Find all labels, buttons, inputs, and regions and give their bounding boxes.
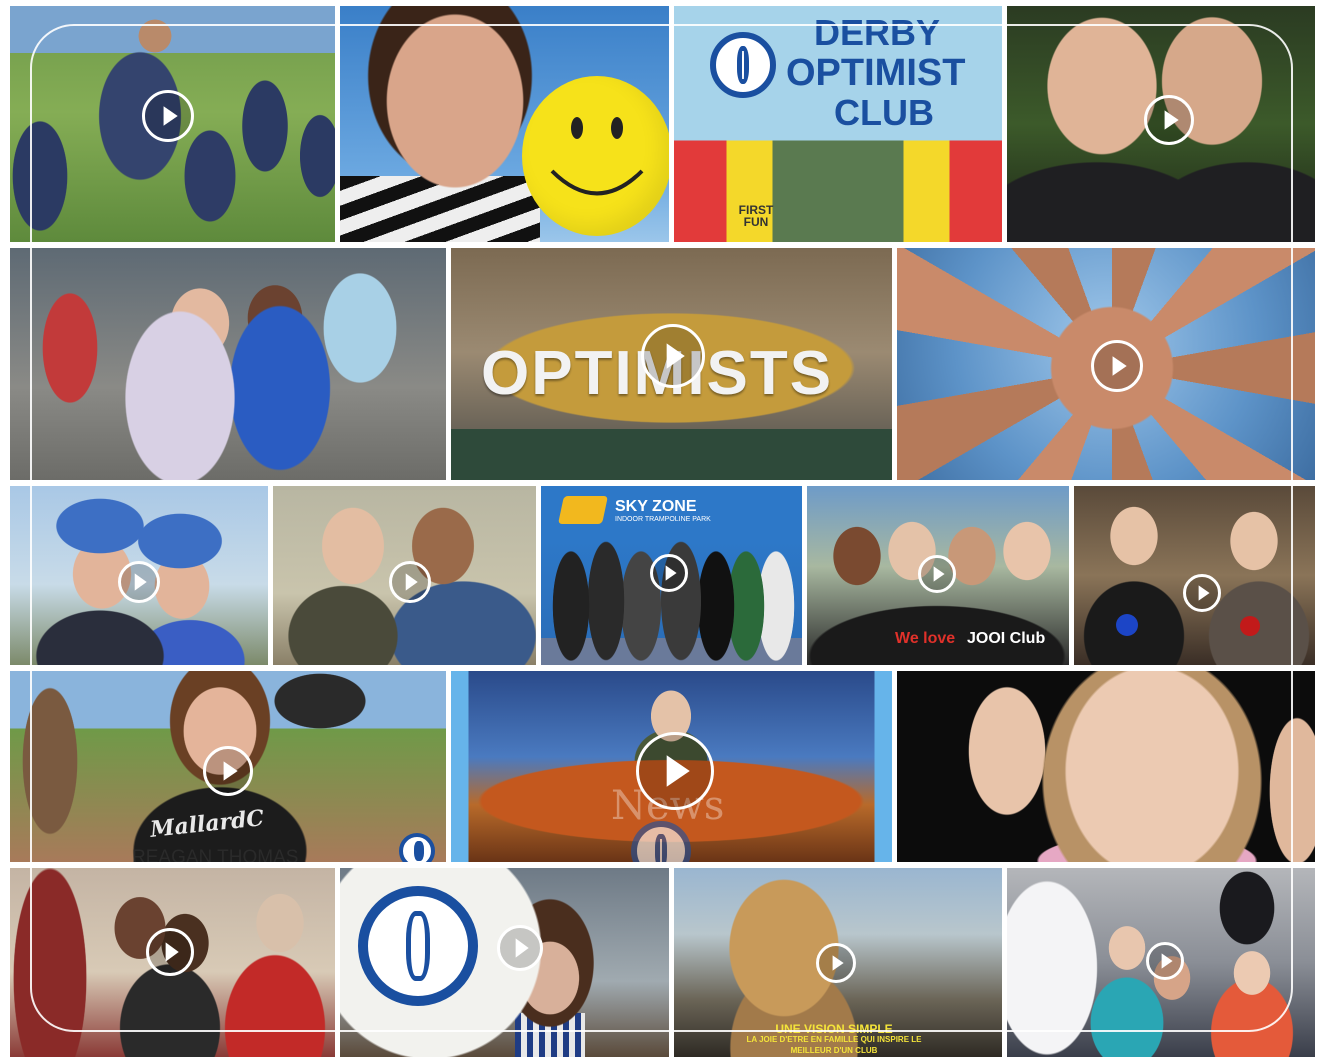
photo-tile-easter-girls[interactable] <box>10 248 446 480</box>
jooi-club-text: JOOI Club <box>967 630 1046 647</box>
optimist-logo <box>358 886 478 1006</box>
play-button[interactable] <box>203 746 253 796</box>
play-icon <box>1112 356 1127 376</box>
photo-tile-hands-together[interactable] <box>897 248 1315 480</box>
play-icon <box>933 566 945 582</box>
smiley-face-balloon <box>522 76 669 236</box>
play-icon <box>405 573 418 591</box>
photo-tile-reagan-thomas[interactable]: MallardC REAGAN THOMAS <box>10 671 446 862</box>
sky-zone-subtitle: INDOOR TRAMPOLINE PARK <box>615 516 711 523</box>
optimist-logo <box>399 833 435 862</box>
photo-tile-waving-girl[interactable] <box>897 671 1315 862</box>
play-icon <box>1198 585 1210 601</box>
photo-tile-sky-zone-group[interactable]: SKY ZONE INDOOR TRAMPOLINE PARK <box>541 486 802 665</box>
play-button[interactable] <box>1183 574 1221 612</box>
play-icon <box>515 938 529 958</box>
french-caption-line3: MEILLEUR D'UN CLUB <box>790 1046 878 1055</box>
french-caption-title: UNE VISION SIMPLE <box>775 1022 893 1036</box>
play-button[interactable] <box>1091 340 1143 392</box>
play-button[interactable] <box>1146 942 1184 980</box>
play-icon <box>1161 953 1173 969</box>
photo-tile-news-studio[interactable]: News <box>451 671 892 862</box>
photo-tile-smiley-girl[interactable] <box>340 6 669 242</box>
jooi-we-love-text: We love <box>895 630 956 647</box>
banner-line-derby: DERBY <box>814 12 941 53</box>
photo-tile-derby-optimist-banner[interactable]: DERBY OPTIMIST CLUB FIRST FUN <box>674 6 1002 242</box>
play-icon <box>665 565 677 581</box>
play-icon <box>223 761 238 781</box>
photo-tile-mascot-vision[interactable]: UNE VISION SIMPLE LA JOIE D'ETRE EN FAMI… <box>674 868 1002 1057</box>
play-icon <box>165 942 179 962</box>
photo-collage: DERBY OPTIMIST CLUB FIRST FUN OPTIMISTS <box>0 0 1323 1057</box>
play-icon <box>163 106 178 126</box>
gift-bow-blue <box>1116 614 1138 636</box>
photo-tile-award-teens[interactable] <box>1074 486 1315 665</box>
girls-with-plush-art <box>10 248 446 480</box>
sky-zone-title: SKY ZONE <box>615 498 697 515</box>
reagan-thomas-lower-third: REAGAN THOMAS <box>132 847 299 862</box>
play-button[interactable] <box>636 732 714 810</box>
play-icon <box>666 755 690 787</box>
waving-girl-art <box>897 671 1315 862</box>
optimist-logo <box>710 32 776 98</box>
photo-tile-boy-and-man[interactable] <box>273 486 536 665</box>
play-icon <box>134 573 147 591</box>
photo-tile-doorway-women[interactable] <box>10 868 335 1057</box>
play-button[interactable] <box>142 90 194 142</box>
gift-bow-red <box>1240 616 1260 636</box>
play-button[interactable] <box>650 554 688 592</box>
play-button[interactable] <box>816 943 856 983</box>
photo-tile-two-women-hats[interactable] <box>10 486 268 665</box>
photo-tile-two-boys-night[interactable] <box>1007 6 1315 242</box>
play-button[interactable] <box>389 561 431 603</box>
play-button[interactable] <box>918 555 956 593</box>
photo-tile-baseball-team[interactable] <box>10 6 335 242</box>
banner-line-club: CLUB <box>834 92 934 133</box>
play-button[interactable] <box>641 324 705 388</box>
tshirt-text: FIRST FUN <box>738 203 774 229</box>
photo-tile-jooi-club[interactable]: We love JOOI Club <box>807 486 1069 665</box>
french-caption-line2: LA JOIE D'ETRE EN FAMILLE QUI INSPIRE LE <box>746 1035 922 1044</box>
sky-zone-logo <box>558 496 608 524</box>
play-button[interactable] <box>1144 95 1194 145</box>
play-button[interactable] <box>497 925 543 971</box>
play-button[interactable] <box>146 928 194 976</box>
play-icon <box>1164 110 1179 130</box>
photo-tile-optimist-logo-girl[interactable] <box>340 868 669 1057</box>
banner-line-optimist: OPTIMIST <box>786 52 966 94</box>
play-icon <box>666 343 685 369</box>
photo-tile-optimists-sign[interactable]: OPTIMISTS <box>451 248 892 480</box>
play-icon <box>832 955 844 971</box>
play-button[interactable] <box>118 561 160 603</box>
photo-tile-easter-bunny-kids[interactable] <box>1007 868 1315 1057</box>
